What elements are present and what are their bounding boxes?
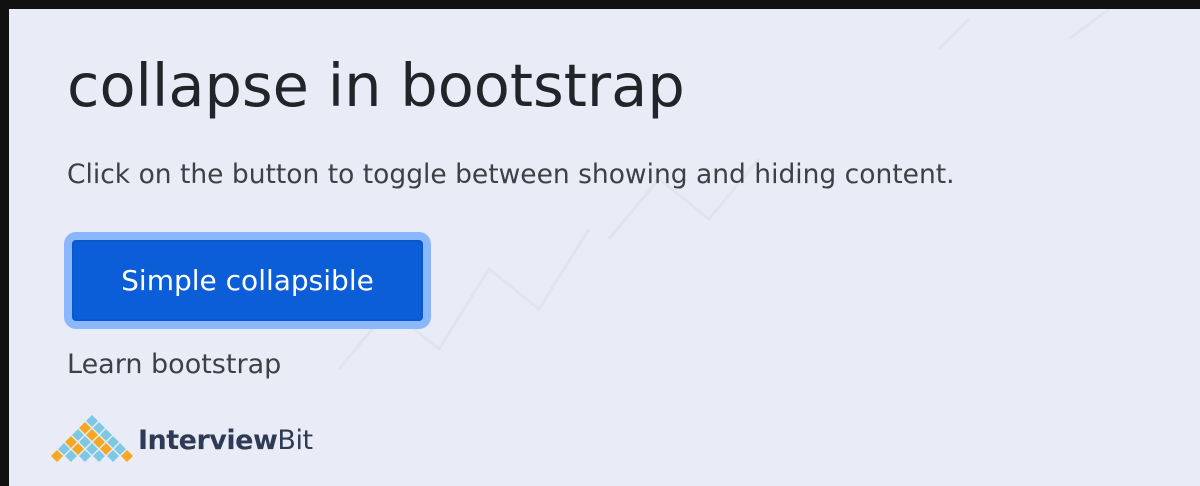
simple-collapsible-button-label: Simple collapsible — [121, 263, 374, 297]
collapse-panel-text: Learn bootstrap — [67, 349, 282, 380]
page-description: Click on the button to toggle between sh… — [67, 159, 955, 190]
interviewbit-logo: InterviewBit — [46, 409, 313, 471]
collapse-panel: Learn bootstrap — [67, 349, 281, 381]
page-heading: collapse in bootstrap — [67, 51, 685, 120]
browser-viewport: collapse in bootstrap Click on the butto… — [0, 0, 1200, 486]
logo-text-bold: Interview — [138, 424, 278, 456]
interviewbit-logo-text: InterviewBit — [138, 425, 313, 456]
interviewbit-logo-icon — [51, 415, 133, 462]
simple-collapsible-button[interactable]: Simple collapsible — [64, 232, 431, 329]
logo-text-regular: Bit — [277, 424, 313, 456]
